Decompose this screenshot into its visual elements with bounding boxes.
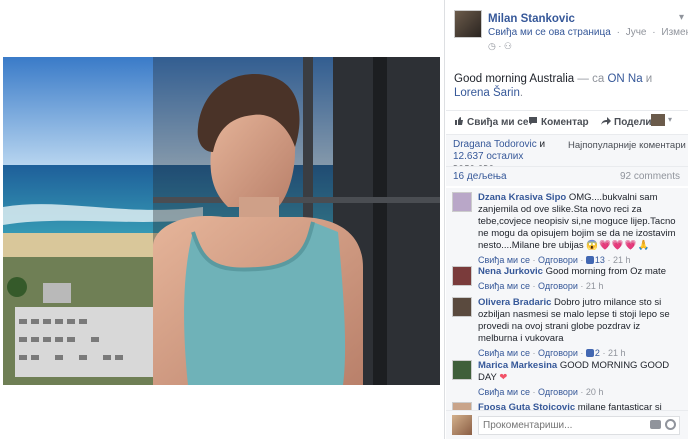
edited-label[interactable]: Измењено <box>661 27 688 38</box>
shares-count[interactable]: 16 дељења <box>453 171 507 182</box>
commenter-avatar[interactable] <box>452 192 472 212</box>
comment-button-label: Коментар <box>541 117 589 128</box>
commenter-name[interactable]: Nena Jurkovic <box>478 266 543 277</box>
comment-time[interactable]: 21 h <box>613 255 631 265</box>
share-arrow-icon <box>601 117 611 125</box>
caption-end: . <box>519 87 524 99</box>
author-name[interactable]: Milan Stankovic <box>488 13 575 25</box>
actor-selector-avatar[interactable] <box>651 114 665 126</box>
post-sidebar: Milan Stankovic ▾ Свиђа ми се ова страни… <box>446 0 688 439</box>
tagged-user-1[interactable]: ON Na <box>607 73 642 85</box>
comment-emoji: 😱💗💗💗🙏 <box>586 240 651 251</box>
post-meta: Свиђа ми се ова страница · Јуче · Измење… <box>488 27 688 38</box>
photo-viewer <box>0 0 445 439</box>
commenter-name[interactable]: Fposa Guta Stoicovic <box>478 402 575 410</box>
like-button-label: Свиђа ми се <box>467 117 529 128</box>
comment-footer: Свиђа ми се · Одговори · 21 h <box>478 281 604 291</box>
comment-footer: Свиђа ми се · Одговори · 2 · 21 h <box>478 348 626 358</box>
actor-selector-chevron-icon[interactable]: ▾ <box>668 115 672 124</box>
thumbs-up-icon <box>455 117 463 125</box>
share-button-label: Подели <box>614 117 652 128</box>
post-photo[interactable] <box>3 57 440 385</box>
comment-time[interactable]: 21 h <box>608 348 626 358</box>
current-user-avatar <box>452 415 472 435</box>
thumbs-up-icon <box>585 256 594 264</box>
share-row: 16 дељења 92 comments <box>446 166 688 186</box>
comment-composer <box>446 410 688 439</box>
comment-like-button[interactable]: Свиђа ми се <box>478 387 530 397</box>
liker-name[interactable]: Dragana Todorovic <box>453 139 537 150</box>
comment-text: Good morning from Oz mate <box>545 266 666 277</box>
comment-emoji: ❤ <box>499 372 509 383</box>
commenter-avatar[interactable] <box>452 266 472 286</box>
comments-list[interactable]: Dzana Krasiva Sipo OMG....bukvalni sam z… <box>446 188 688 410</box>
speech-bubble-icon <box>529 117 537 125</box>
commenter-name[interactable]: Dzana Krasiva Sipo <box>478 192 566 203</box>
comment-reply-button[interactable]: Одговори <box>538 281 578 291</box>
comment-reply-button[interactable]: Одговори <box>538 348 578 358</box>
caption-and: и <box>645 73 653 85</box>
comment-time[interactable]: 21 h <box>586 281 604 291</box>
comment-button[interactable]: Коментар <box>528 116 589 128</box>
comment-footer: Свиђа ми се · Одговори · 13 · 21 h <box>478 255 631 265</box>
comments-count[interactable]: 92 comments <box>620 171 680 182</box>
author-avatar[interactable] <box>454 10 482 38</box>
likes-summary: Dragana Todorovic и 12.637 осталих воле … <box>446 134 688 174</box>
likes-and: и <box>539 139 546 150</box>
comment-like-button[interactable]: Свиђа ми се <box>478 281 530 291</box>
likes-others-link[interactable]: 12.637 осталих <box>453 151 523 162</box>
comment-reply-button[interactable]: Одговори <box>538 255 578 265</box>
caption-text: Good morning Australia <box>454 73 575 85</box>
post-options-chevron-icon[interactable]: ▾ <box>679 12 684 23</box>
comment-sort-dropdown[interactable]: Најпопуларније коментари ▾ <box>568 140 688 151</box>
thumbs-up-icon <box>585 349 594 357</box>
commenter-avatar[interactable] <box>452 360 472 380</box>
like-page-link[interactable]: Свиђа ми се ова страница <box>488 27 611 38</box>
post-time[interactable]: Јуче <box>626 27 647 38</box>
comment-reply-button[interactable]: Одговори <box>538 387 578 397</box>
commenter-name[interactable]: Marica Markesina <box>478 360 557 371</box>
camera-icon[interactable] <box>650 420 661 429</box>
commenter-avatar[interactable] <box>452 402 472 410</box>
comment-time[interactable]: 20 h <box>586 387 604 397</box>
emoji-icon[interactable] <box>665 419 676 430</box>
comment-like-count[interactable]: 13 <box>595 255 605 265</box>
share-button[interactable]: Подели <box>601 116 652 128</box>
tagged-user-2[interactable]: Lorena Šarin <box>454 87 520 99</box>
comment-footer: Свиђа ми се · Одговори · 20 h <box>478 387 604 397</box>
commenter-avatar[interactable] <box>452 297 472 317</box>
like-button[interactable]: Свиђа ми се <box>454 116 528 128</box>
commenter-name[interactable]: Olivera Bradaric <box>478 297 551 308</box>
caption-with: — са <box>577 73 605 85</box>
post-header: Milan Stankovic ▾ Свиђа ми се ова страни… <box>454 10 688 52</box>
privacy-globe-icon[interactable]: ◷ · ⚇ <box>488 41 512 52</box>
comment-like-button[interactable]: Свиђа ми се <box>478 348 530 358</box>
comment-like-count[interactable]: 2 <box>595 348 600 358</box>
post-actions: Свиђа ми се Коментар Подели ▾ <box>446 110 688 130</box>
post-caption: Good morning Australia — са ON Na и Lore… <box>454 72 682 100</box>
comment-like-button[interactable]: Свиђа ми се <box>478 255 530 265</box>
